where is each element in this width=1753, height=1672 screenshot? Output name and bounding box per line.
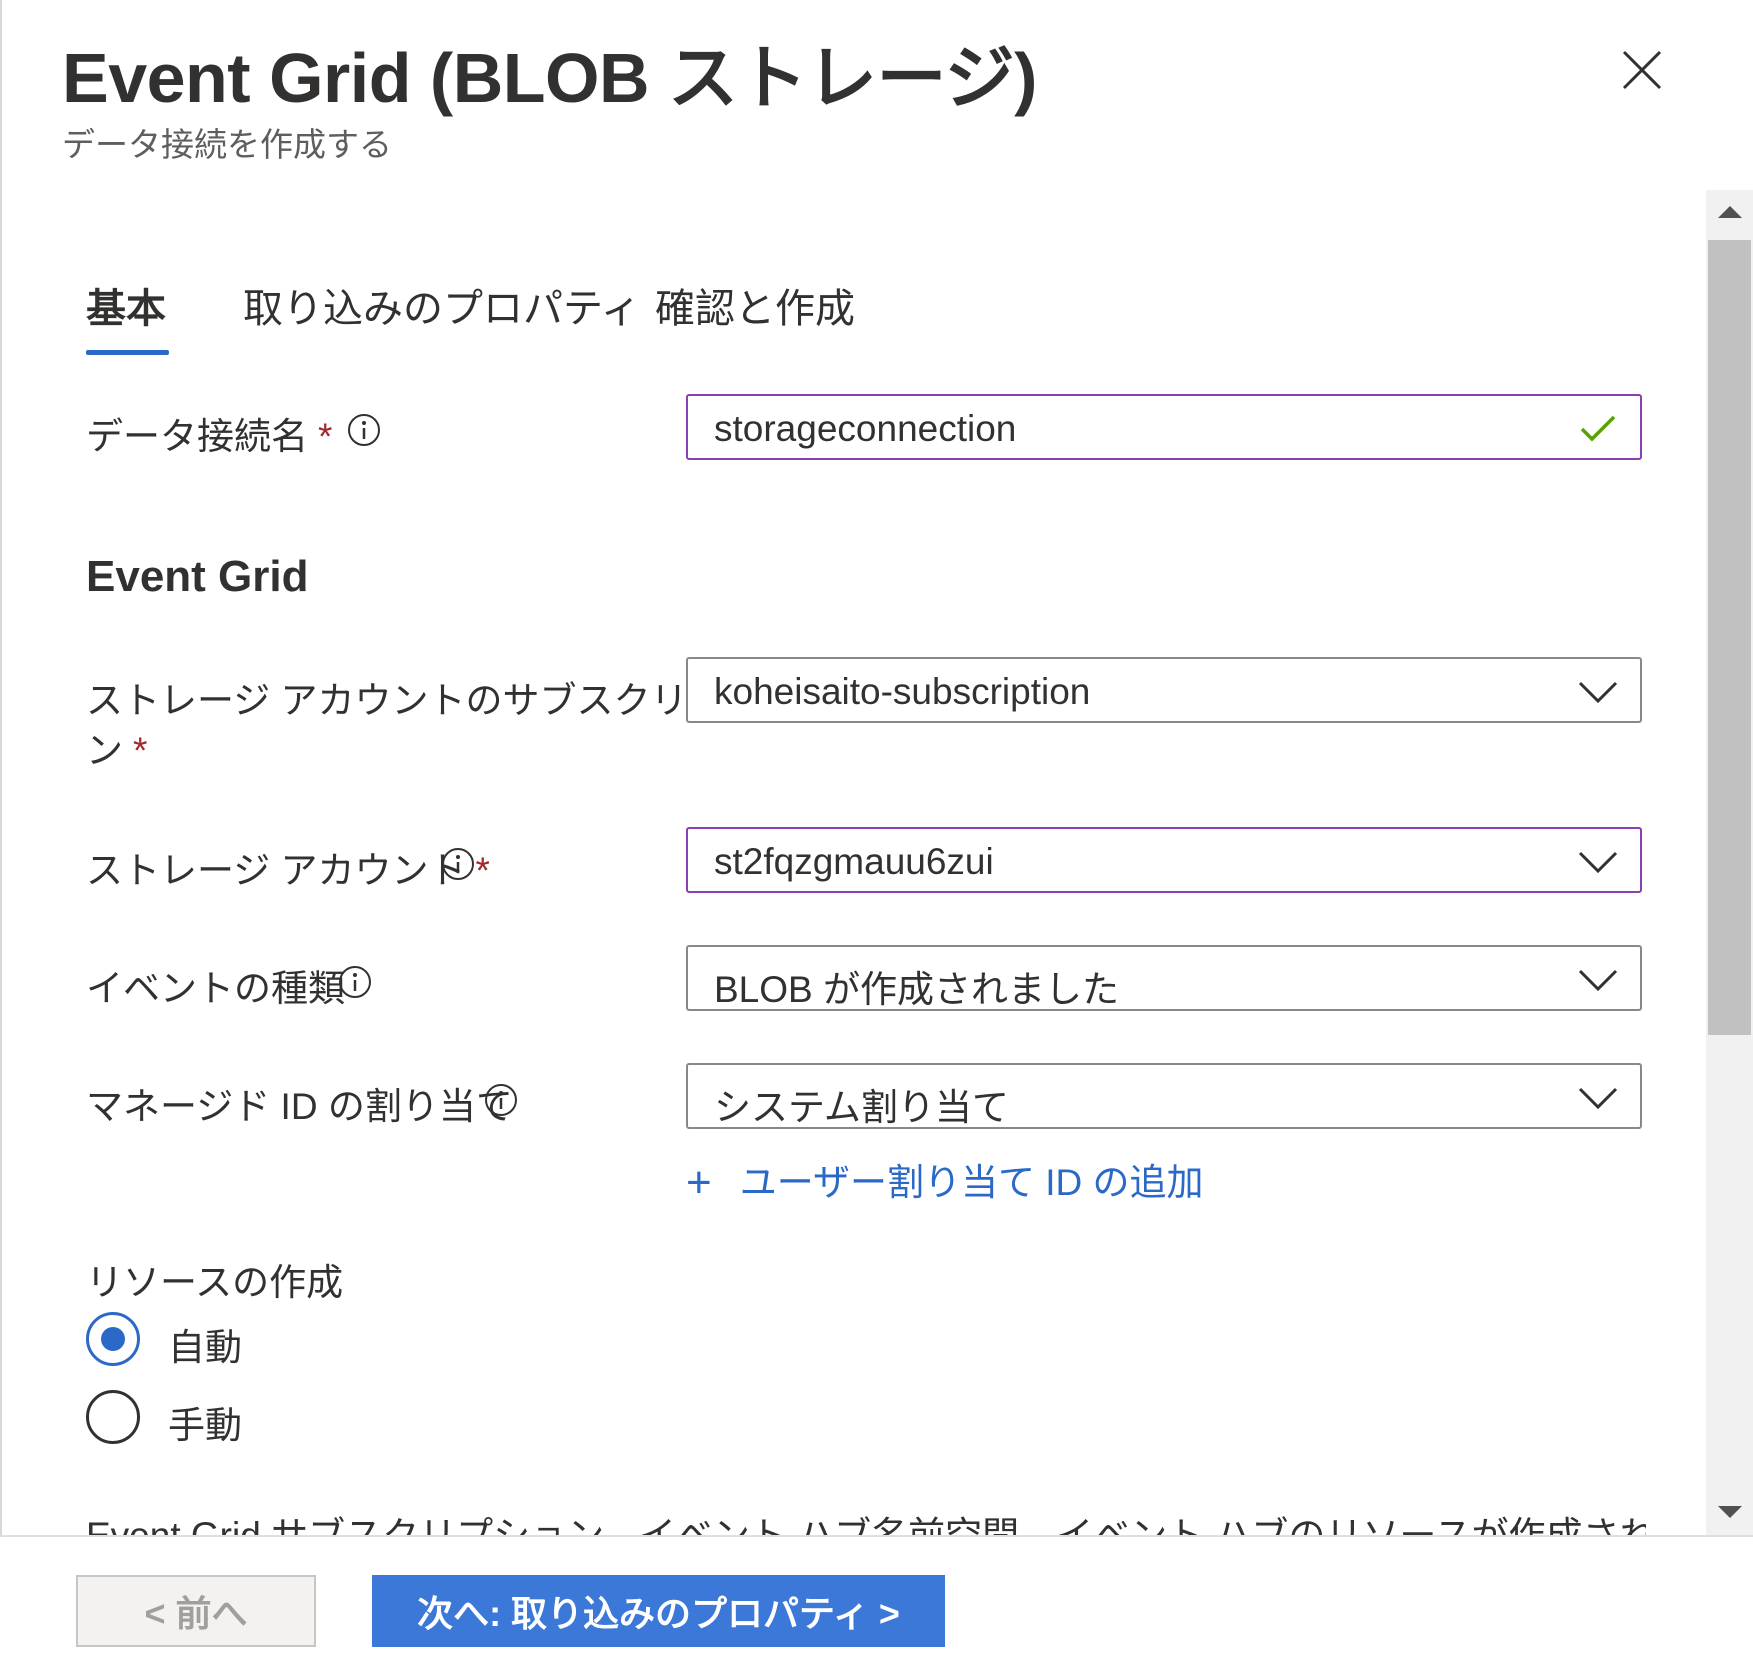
next-button[interactable]: 次へ: 取り込みのプロパティ > bbox=[372, 1575, 945, 1647]
add-user-assigned-identity-link[interactable]: + ユーザー割り当て ID の追加 bbox=[686, 1152, 1204, 1208]
subscription-value: koheisaito-subscription bbox=[714, 671, 1091, 712]
resource-creation-label: リソースの作成 bbox=[86, 1262, 344, 1303]
info-icon[interactable] bbox=[484, 1083, 518, 1117]
subscription-dropdown[interactable]: koheisaito-subscription bbox=[686, 657, 1642, 723]
footer-bar: < 前へ 次へ: 取り込みのプロパティ > bbox=[0, 1535, 1753, 1672]
scroll-thumb[interactable] bbox=[1708, 240, 1751, 1035]
chevron-down-icon bbox=[1578, 681, 1618, 704]
radio-automatic[interactable] bbox=[86, 1312, 140, 1366]
close-button[interactable] bbox=[1612, 40, 1672, 100]
section-heading-event-grid: Event Grid bbox=[86, 552, 309, 601]
connection-name-input[interactable]: storageconnection bbox=[686, 394, 1642, 460]
previous-button[interactable]: < 前へ bbox=[76, 1575, 316, 1647]
radio-manual[interactable] bbox=[86, 1390, 140, 1444]
storage-account-label: ストレージ アカウント * bbox=[86, 850, 490, 891]
managed-identity-dropdown[interactable]: システム割り当て bbox=[686, 1063, 1642, 1129]
truncated-description: Event Grid サブスクリプション、イベント ハブ名前空間、イベント ハブ… bbox=[86, 1515, 1646, 1536]
storage-account-dropdown[interactable]: st2fqzgmauu6zui bbox=[686, 827, 1642, 893]
panel-subtitle: データ接続を作成する bbox=[62, 126, 392, 163]
info-icon[interactable] bbox=[441, 847, 475, 881]
tab-basics[interactable]: 基本 bbox=[86, 276, 166, 334]
connection-name-label: データ接続名 * bbox=[86, 416, 333, 457]
scroll-up-button[interactable] bbox=[1706, 190, 1753, 235]
managed-identity-label: マネージド ID の割り当て bbox=[86, 1086, 513, 1127]
info-icon[interactable] bbox=[347, 413, 381, 447]
required-mark: * bbox=[475, 850, 490, 891]
active-tab-indicator bbox=[86, 350, 169, 355]
scroll-down-arrow-icon bbox=[1718, 1506, 1742, 1518]
managed-identity-value: システム割り当て bbox=[714, 1087, 1009, 1128]
panel-left-edge bbox=[0, 0, 2, 1670]
radio-automatic-label[interactable]: 自動 bbox=[168, 1317, 242, 1371]
tab-ingestion-properties[interactable]: 取り込みのプロパティ bbox=[243, 276, 641, 334]
subscription-label-line2: ン * bbox=[86, 730, 148, 771]
event-type-label: イベントの種類 bbox=[86, 968, 345, 1009]
chevron-down-icon bbox=[1578, 969, 1618, 992]
event-type-value: BLOB が作成されました bbox=[714, 969, 1119, 1010]
radio-selected-dot bbox=[101, 1327, 125, 1351]
scroll-down-button[interactable] bbox=[1706, 1490, 1753, 1535]
required-mark: * bbox=[133, 730, 148, 771]
radio-manual-label[interactable]: 手動 bbox=[168, 1395, 242, 1449]
storage-account-value: st2fqzgmauu6zui bbox=[714, 841, 994, 882]
close-icon bbox=[1622, 50, 1662, 90]
info-icon[interactable] bbox=[338, 965, 372, 999]
vertical-scrollbar[interactable] bbox=[1706, 190, 1753, 1535]
panel-title: Event Grid (BLOB ストレージ) bbox=[62, 39, 1037, 117]
chevron-down-icon bbox=[1578, 1087, 1618, 1110]
checkmark-icon bbox=[1580, 415, 1616, 442]
required-mark: * bbox=[318, 416, 333, 457]
event-type-dropdown[interactable]: BLOB が作成されました bbox=[686, 945, 1642, 1011]
scroll-up-arrow-icon bbox=[1718, 206, 1742, 218]
tab-review-create[interactable]: 確認と作成 bbox=[655, 276, 855, 334]
plus-icon: + bbox=[686, 1158, 712, 1207]
chevron-down-icon bbox=[1578, 851, 1618, 874]
connection-name-value: storageconnection bbox=[714, 408, 1017, 449]
